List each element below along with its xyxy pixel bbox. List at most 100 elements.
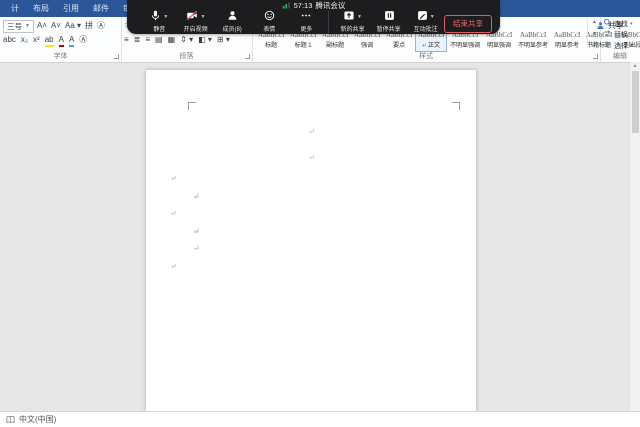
word-statusbar: 中文(中国) [0,411,640,427]
style-label: ↵标题 [265,42,277,50]
document-title-line[interactable] [146,144,476,170]
ribbon-command-icon[interactable]: ≣ [134,35,141,45]
meeting-button-ellipsis[interactable]: ▼ 更多 [288,11,325,33]
meeting-button-share-screen[interactable]: ▼ 新的共享 [328,11,371,33]
meeting-button-label: 互动批注 [414,24,438,33]
document-body [168,170,458,276]
meeting-button-smiley[interactable]: ▼ 表情 [251,11,288,33]
ribbon-command-icon[interactable]: ▤ [155,35,163,45]
chevron-down-icon: ▾ [630,43,633,49]
meeting-button-label: 开启视频 [184,24,208,33]
vertical-scrollbar[interactable]: ▲ [629,62,640,412]
meeting-button-camera-off[interactable]: ▼ 开启视频 [178,11,215,33]
meeting-button-label: 表情 [263,24,275,33]
ribbon-command-icon[interactable]: A˅ [51,21,61,31]
scroll-down-icon[interactable]: ▼ [592,31,597,37]
document-text-line[interactable] [168,205,458,223]
ribbon-command-icon[interactable]: abc [3,35,16,45]
document-text-line[interactable] [168,223,458,241]
ribbon-command-icon[interactable]: A [69,35,74,45]
scrollbar-up-arrow-icon[interactable]: ▲ [630,62,640,70]
style-preview: AaBbCcDd [520,29,546,42]
meeting-status[interactable]: 57:13 腾讯会议 [127,0,500,11]
document-title [146,118,476,170]
share-person-icon [596,21,605,30]
document-title-line[interactable] [146,118,476,144]
font-group-label: 字体 [0,51,121,61]
ribbon-tab[interactable]: 邮件 [86,0,116,17]
style-chip[interactable]: AaBbCcDd ↵明显参考 [551,19,583,52]
signal-bars-icon [282,1,291,10]
editing-command[interactable]: 选择 ▾ [600,40,640,51]
meeting-buttons: ▼ 静音 ▼ 开启视频 ▼ 成员(8) ▼ 表情 ▼ 更多 ▼ 新的共享 ▼ 暂… [127,11,500,33]
style-label: ↵副标题 [326,42,344,50]
ribbon-command-icon[interactable]: A˄ [37,21,47,31]
ribbon-command-icon[interactable]: A [59,35,64,45]
ribbon-command-icon[interactable]: ≡ [124,35,129,45]
share-button-label: 共享 [608,20,624,31]
styles-group-label: 样式 [252,51,600,61]
paragraph-dialog-launcher-icon[interactable] [245,54,250,59]
document-text-line[interactable] [168,170,458,188]
style-preview: AaBbCcDd [554,29,580,42]
style-label: ↵要点 [393,42,405,50]
style-chip[interactable]: AaBbCcDd ↵不明显参考 [515,19,551,52]
ribbon-command-icon[interactable]: x² [33,35,40,45]
document-text-line[interactable] [168,258,458,276]
ribbon-command-icon[interactable]: ab [45,35,54,45]
meeting-button-microphone[interactable]: ▼ 静音 [141,11,178,33]
meeting-button-label: 更多 [300,24,312,33]
font-row2: abc x₂ x² ab AA Ⓐ [3,35,87,45]
meeting-button-label: 新的共享 [340,24,364,33]
ribbon-command-icon[interactable]: 拼 [85,21,93,31]
style-label: ↵标题 1 [295,42,312,50]
ribbon-command-icon[interactable]: x₂ [21,35,28,45]
ribbon-tab[interactable]: 计 [4,0,26,17]
ribbon-tab[interactable]: 布局 [26,0,56,17]
style-label: ↵不明显参考 [518,42,548,50]
ribbon-command-icon[interactable]: ⊞ ▾ [217,35,230,45]
meeting-button-person[interactable]: ▼ 成员(8) [214,11,251,33]
meeting-button-label: 静音 [153,24,165,33]
editing-group-label: 编辑 [600,51,640,61]
ribbon-command-icon[interactable]: ▦ [168,35,176,45]
proofing-book-icon [6,415,15,424]
font-row1: A˄ A˅ Aa ▾ 拼 Ⓐ [37,21,105,31]
scrollbar-thumb[interactable] [632,71,639,133]
chevron-down-icon: ▼ [357,14,362,20]
ribbon-tab[interactable]: 引用 [56,0,86,17]
language-indicator[interactable]: 中文(中国) [19,414,56,425]
style-label: ↵强调 [361,42,373,50]
paragraph-row2: ≡ ≣ ≡ ▤ ▦ ⇕ ▾ ◧ ▾ ⊞ ▾ [124,35,230,45]
font-size-combo[interactable]: 三号 ▼ [3,20,34,33]
text-boundary-mark-top-right [452,102,460,110]
styles-dialog-launcher-icon[interactable] [593,54,598,59]
style-label: ↵正文 [422,42,440,50]
document-text-line[interactable] [168,240,458,258]
ribbon-command-icon[interactable]: Ⓐ [79,35,87,45]
ribbon-command-icon[interactable]: Aa ▾ [65,21,81,31]
font-dialog-launcher-icon[interactable] [114,54,119,59]
style-label: ↵明显强调 [487,42,511,50]
chevron-down-icon: ▾ [630,21,633,27]
document-page[interactable] [146,70,476,412]
text-boundary-mark-top-left [188,102,196,110]
cursor-icon [603,40,612,51]
style-label: ↵明显参考 [555,42,579,50]
end-share-button[interactable]: 结束共享 [444,15,492,33]
document-text-line[interactable] [168,188,458,206]
ribbon-command-icon[interactable]: ◧ ▾ [198,35,212,45]
gallery-expand-icon[interactable]: ▼ [592,42,597,48]
meeting-button-pen[interactable]: ▼ 互动批注 [407,11,444,33]
font-size-value: 三号 [7,21,22,32]
style-label: ↵不明显强调 [450,42,480,50]
meeting-button-pause[interactable]: ▼ 暂停共享 [371,11,408,33]
meeting-button-label: 暂停共享 [377,24,401,33]
ribbon-command-icon[interactable]: Ⓐ [97,21,105,31]
meeting-button-label: 成员(8) [223,24,242,33]
ribbon-command-icon[interactable]: ⇕ ▾ [180,35,193,45]
paragraph-mark-icon: ↵ [422,43,427,49]
ribbon-command-icon[interactable]: ≡ [145,35,150,45]
word-share-button[interactable]: 共享 [596,20,624,31]
meeting-toolbar: 57:13 腾讯会议 ▼ 静音 ▼ 开启视频 ▼ 成员(8) ▼ 表情 ▼ 更多… [127,0,500,34]
